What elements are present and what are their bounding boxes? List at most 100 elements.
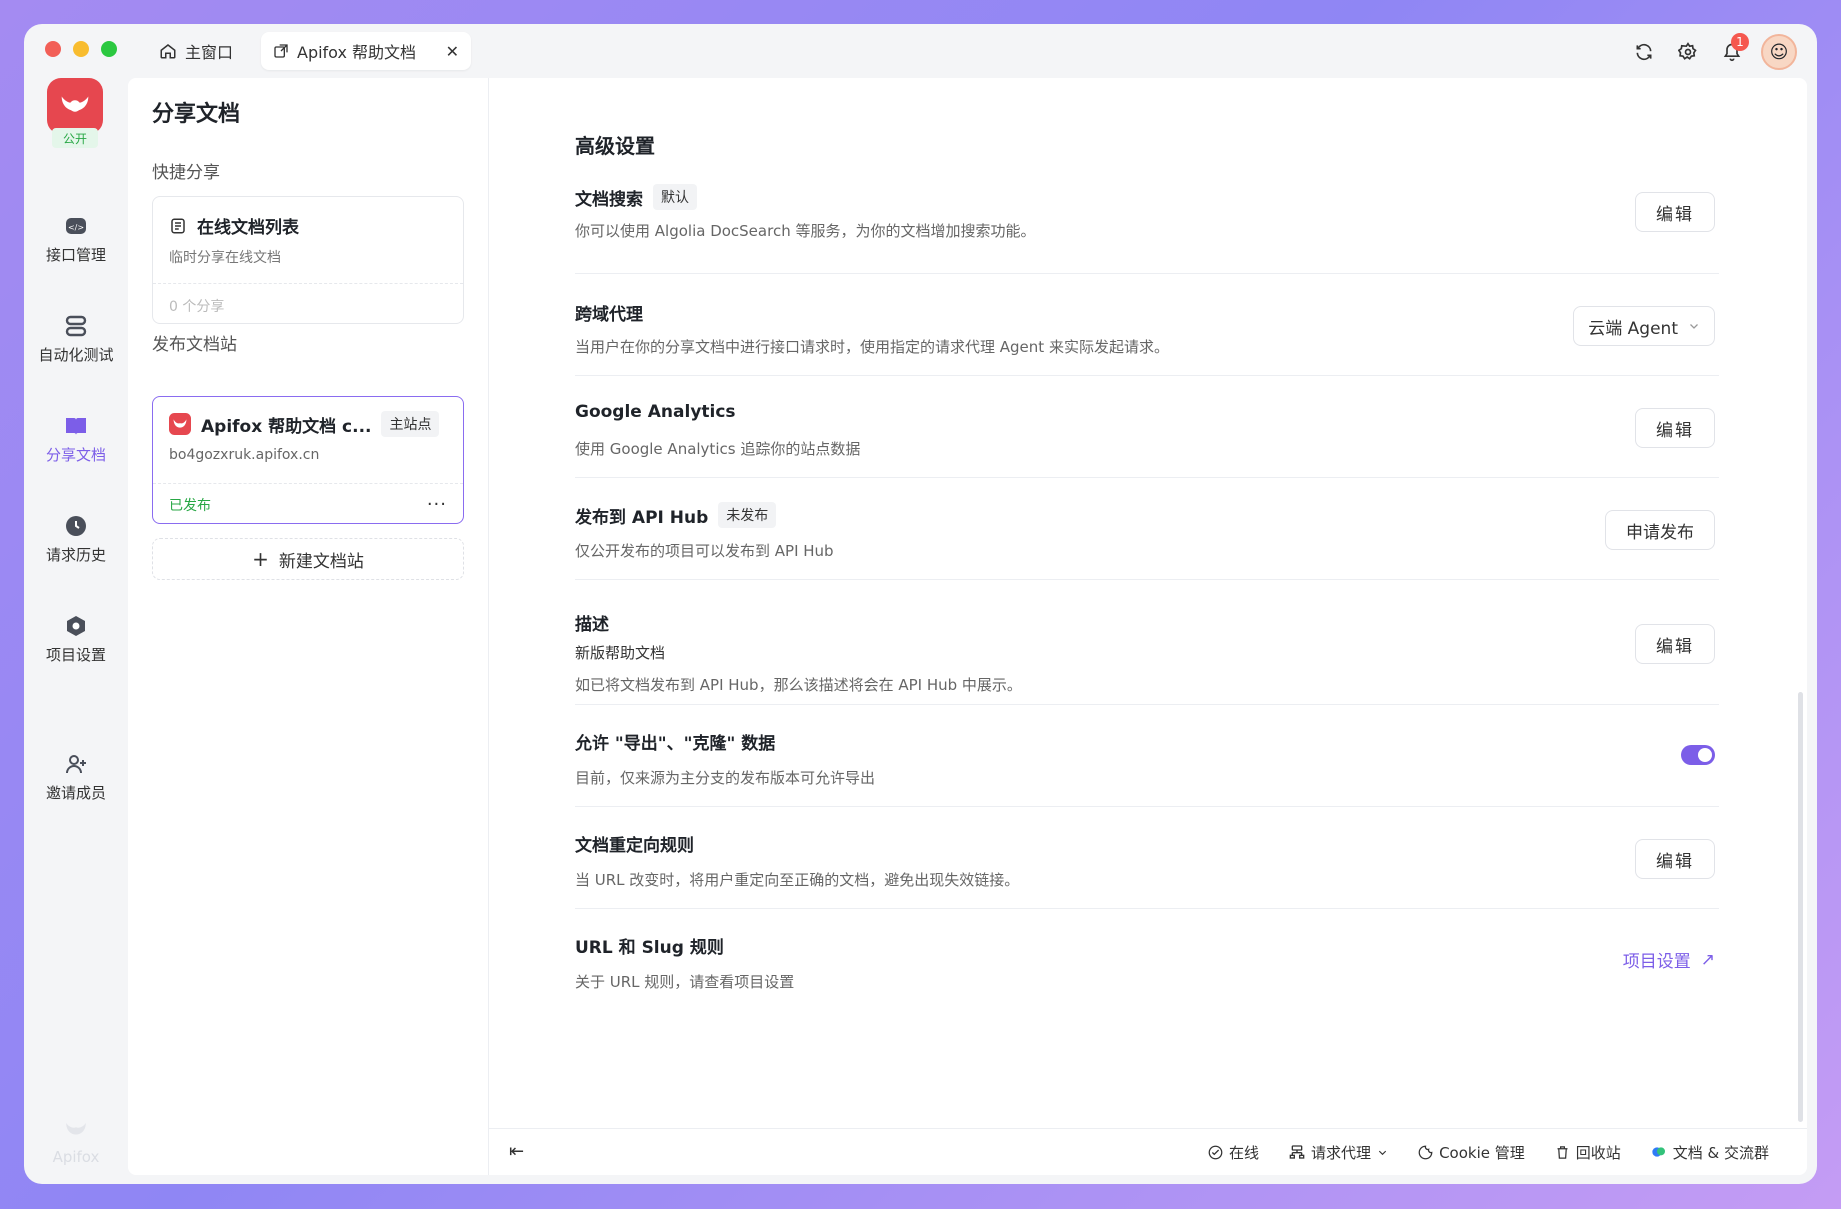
edit-description-button[interactable]: 编辑 (1635, 624, 1715, 664)
nav-request-history[interactable]: 请求历史 (24, 514, 128, 565)
nav-api-management[interactable]: </> 接口管理 (24, 214, 128, 265)
share-docs-icon (66, 418, 86, 435)
doc-site-card[interactable]: Apifox 帮助文档 c... 主站点 bo4gozxruk.apifox.c… (152, 396, 464, 524)
setting-google-analytics: Google Analytics 使用 Google Analytics 追踪你… (575, 376, 1719, 478)
setting-desc: 仅公开发布的项目可以发布到 API Hub (575, 542, 834, 560)
setting-redirect-rules: 文档重定向规则 当 URL 改变时，将用户重定向至正确的文档，避免出现失效链接。… (575, 807, 1719, 909)
api-management-icon: </> (66, 218, 86, 234)
panel-title: 分享文档 (152, 102, 241, 127)
request-proxy-menu[interactable]: 请求代理 (1289, 1142, 1388, 1163)
setting-desc: 当用户在你的分享文档中进行接口请求时，使用指定的请求代理 Agent 来实际发起… (575, 338, 1169, 356)
project-settings-link[interactable]: 项目设置 ↗ (1623, 947, 1715, 973)
section-heading: 高级设置 (575, 134, 655, 158)
setting-title: 发布到 API Hub 未发布 (575, 502, 777, 528)
nav-invite-member[interactable]: 邀请成员 (24, 752, 128, 803)
nav-project-settings[interactable]: 项目设置 (24, 614, 128, 665)
maximize-window-button[interactable] (101, 41, 117, 57)
publish-site-label: 发布文档站 (152, 335, 237, 355)
nav-share-docs[interactable]: 分享文档 (24, 414, 128, 465)
app-window: 主窗口 Apifox 帮助文档 ✕ 1 ☺ 公开 </> 接口管理 自动化测试 … (24, 24, 1817, 1184)
recycle-bin[interactable]: 回收站 (1555, 1142, 1621, 1163)
edit-ga-button[interactable]: 编辑 (1635, 408, 1715, 448)
setting-allow-export: 允许 "导出"、"克隆" 数据 目前，仅来源为主分支的发布版本可允许导出 (575, 705, 1719, 807)
svg-text:</>: </> (68, 223, 84, 232)
document-list-icon (171, 218, 185, 233)
new-doc-site-label: 新建文档站 (278, 551, 364, 572)
online-status[interactable]: 在线 (1208, 1142, 1259, 1163)
setting-title: URL 和 Slug 规则 (575, 938, 724, 958)
project-visibility-tag: 公开 (52, 128, 98, 148)
nav-label: 邀请成员 (45, 784, 106, 802)
automation-test-icon (65, 315, 87, 337)
setting-title: 描述 (575, 615, 609, 635)
tab-close-icon[interactable]: ✕ (446, 42, 459, 61)
chat-bubbles-icon (1652, 1147, 1665, 1157)
setting-title: 允许 "导出"、"克隆" 数据 (575, 734, 776, 754)
description-value: 新版帮助文档 (575, 644, 666, 662)
apifox-logo-icon (61, 96, 89, 112)
unpublished-tag: 未发布 (718, 502, 777, 528)
setting-desc: 使用 Google Analytics 追踪你的站点数据 (575, 440, 861, 458)
collapse-sidebar-icon[interactable]: ⇤ (509, 1141, 524, 1162)
user-avatar[interactable]: ☺ (1761, 34, 1797, 70)
default-tag: 默认 (653, 184, 697, 210)
setting-doc-search: 文档搜索 默认 你可以使用 Algolia DocSearch 等服务，为你的文… (575, 170, 1719, 274)
rail-brand: Apifox (24, 1116, 128, 1166)
project-logo[interactable] (47, 78, 103, 134)
more-options-icon[interactable]: ··· (427, 494, 447, 515)
online-docs-card[interactable]: 在线文档列表 临时分享在线文档 0 个分享 (152, 196, 464, 324)
online-docs-title-row: 在线文档列表 (169, 213, 299, 238)
share-count: 0 个分享 (153, 283, 463, 328)
main-site-chip: 主站点 (381, 411, 440, 437)
footer-actions: 在线 请求代理 Cookie 管理 回收站 文档 & 交流群 (1208, 1129, 1769, 1175)
nav-label: 自动化测试 (38, 346, 114, 364)
tab-main-window[interactable]: 主窗口 (159, 32, 233, 70)
doc-site-title: Apifox 帮助文档 c... (201, 416, 372, 437)
request-proxy-label: 请求代理 (1311, 1143, 1372, 1162)
setting-desc: 关于 URL 规则，请查看项目设置 (575, 973, 795, 991)
tab-label: 主窗口 (185, 43, 234, 62)
gear-icon[interactable] (1673, 37, 1703, 67)
nav-automation-test[interactable]: 自动化测试 (24, 314, 128, 365)
edit-redirect-button[interactable]: 编辑 (1635, 839, 1715, 879)
setting-title: 跨域代理 (575, 305, 643, 325)
tab-apifox-docs[interactable]: Apifox 帮助文档 ✕ (261, 32, 471, 70)
allow-export-toggle[interactable] (1681, 745, 1715, 765)
plus-icon: + (252, 547, 269, 571)
share-docs-panel: 分享文档 快捷分享 在线文档列表 临时分享在线文档 0 个分享 发布文档站 Ap… (128, 78, 489, 1175)
setting-desc: 你可以使用 Algolia DocSearch 等服务，为你的文档增加搜索功能。 (575, 222, 1036, 240)
cookie-icon (1418, 1145, 1433, 1159)
cookie-management[interactable]: Cookie 管理 (1418, 1142, 1525, 1163)
nav-label: 接口管理 (45, 246, 106, 264)
docs-community[interactable]: 文档 & 交流群 (1651, 1142, 1769, 1163)
proxy-agent-select[interactable]: 云端 Agent (1573, 306, 1715, 346)
minimize-window-button[interactable] (73, 41, 89, 57)
close-window-button[interactable] (45, 41, 61, 57)
cookie-label: Cookie 管理 (1439, 1143, 1525, 1162)
external-doc-icon (274, 44, 288, 58)
setting-title: Google Analytics (575, 402, 736, 422)
history-clock-icon (66, 516, 86, 536)
online-docs-title: 在线文档列表 (197, 218, 299, 238)
home-icon (160, 44, 176, 59)
new-doc-site-button[interactable]: + 新建文档站 (152, 538, 464, 580)
notification-badge: 1 (1731, 33, 1749, 51)
sync-icon[interactable] (1629, 37, 1659, 67)
content-scrollbar[interactable] (1798, 692, 1803, 1122)
apifox-site-icon (169, 413, 191, 435)
trash-icon (1557, 1145, 1568, 1159)
external-arrow-icon: ↗ (1700, 949, 1715, 970)
edit-search-button[interactable]: 编辑 (1635, 192, 1715, 232)
setting-desc: 当 URL 改变时，将用户重定向至正确的文档，避免出现失效链接。 (575, 871, 1020, 889)
setting-title-text: 发布到 API Hub (575, 507, 709, 528)
online-label: 在线 (1229, 1143, 1260, 1162)
apply-publish-button[interactable]: 申请发布 (1605, 510, 1715, 550)
setting-url-slug: URL 和 Slug 规则 关于 URL 规则，请查看项目设置 项目设置 ↗ (575, 909, 1719, 1009)
quick-share-label: 快捷分享 (152, 163, 220, 183)
window-controls (45, 41, 117, 57)
setting-desc: 目前，仅来源为主分支的发布版本可允许导出 (575, 769, 876, 787)
brand-label: Apifox (52, 1148, 100, 1166)
nav-label: 分享文档 (45, 446, 106, 464)
notification-bell-icon[interactable]: 1 (1717, 33, 1749, 67)
check-circle-icon (1208, 1145, 1223, 1159)
